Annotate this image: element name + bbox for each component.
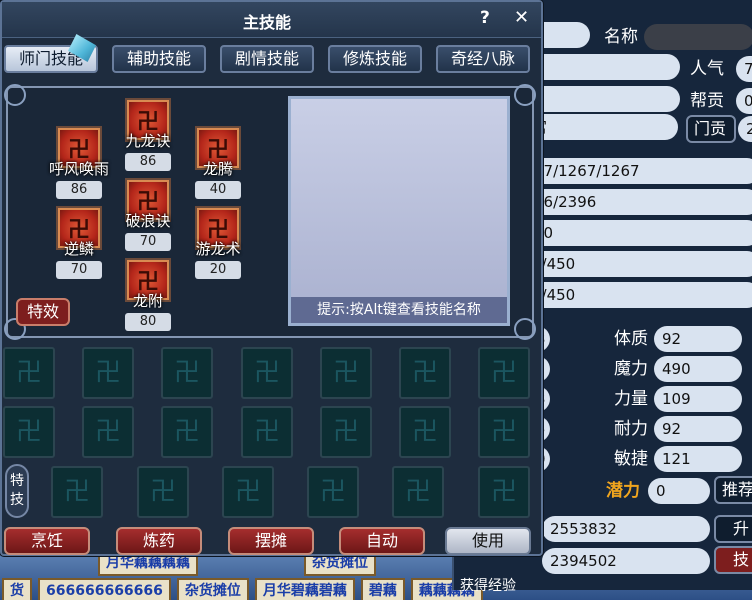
skill-slot[interactable]: 卍 龙附 80 — [113, 258, 183, 331]
name-value — [644, 24, 752, 50]
empty-skill-slot[interactable] — [241, 347, 293, 399]
popularity-label: 人气 — [690, 59, 724, 79]
empty-skill-slot[interactable] — [82, 406, 134, 458]
name-label: 名称 — [604, 27, 638, 47]
stat-label: 耐力 — [614, 419, 648, 439]
help-icon[interactable]: ? — [480, 8, 490, 28]
cooking-button[interactable]: 烹饪 — [4, 527, 90, 555]
empty-skill-slot[interactable] — [161, 406, 213, 458]
stat-value: 92 — [654, 326, 742, 352]
special-skill-slot[interactable] — [392, 466, 444, 518]
stat-value: 109 — [654, 386, 742, 412]
sect-contribution-button[interactable]: 门贡 — [686, 115, 736, 143]
empty-skill-slot[interactable] — [399, 406, 451, 458]
skill-level: 70 — [125, 233, 171, 251]
empty-skill-slot[interactable] — [320, 347, 372, 399]
skill-level: 80 — [125, 313, 171, 331]
skill-name: 龙附 — [132, 292, 163, 310]
stat-value: 121 — [654, 446, 742, 472]
skill-name: 龙腾 — [202, 160, 233, 178]
skill-name: 逆鳞 — [63, 240, 94, 258]
contribution-value: 0 — [736, 88, 752, 114]
empty-skill-slot[interactable] — [478, 406, 530, 458]
popularity-value: 7 — [736, 56, 752, 82]
tab-support-skills[interactable]: 辅助技能 — [112, 45, 206, 73]
skill-level: 20 — [195, 261, 241, 279]
empty-skill-slot[interactable] — [82, 347, 134, 399]
exp-value: 2394502 — [542, 548, 710, 574]
tab-cultivation-skills[interactable]: 修炼技能 — [328, 45, 422, 73]
alchemy-button[interactable]: 炼药 — [116, 527, 202, 555]
stat-label: 体质 — [614, 329, 648, 349]
auto-button[interactable]: 自动 — [339, 527, 425, 555]
stall-sign[interactable]: 666666666666 — [38, 578, 171, 600]
stat-value: 92 — [654, 416, 742, 442]
empty-skill-slot[interactable] — [3, 406, 55, 458]
main-skill-window: 主技能 ? ✕ 师门技能 辅助技能 剧情技能 修炼技能 奇经八脉 卍 九龙诀 8… — [0, 0, 543, 556]
exp-value: 2553832 — [542, 516, 710, 542]
empty-skill-slot[interactable] — [320, 406, 372, 458]
window-titlebar[interactable]: 主技能 ? ✕ — [2, 2, 541, 38]
stall-sign[interactable]: 碧藕 — [360, 578, 405, 600]
skill-slot[interactable]: 卍 九龙诀 86 — [113, 98, 183, 171]
skill-level: 40 — [195, 181, 241, 199]
stall-sign[interactable]: 货 — [2, 578, 32, 600]
special-skill-slot[interactable] — [307, 466, 359, 518]
empty-skill-slot[interactable] — [241, 406, 293, 458]
special-effect-button[interactable]: 特效 — [16, 298, 70, 326]
potential-value: 0 — [648, 478, 710, 504]
skill-slot[interactable]: 卍 破浪诀 70 — [113, 178, 183, 251]
stat-label: 魔力 — [614, 359, 648, 379]
recommend-button[interactable]: 推荐 — [714, 476, 752, 504]
stat-value: 490 — [654, 356, 742, 382]
special-skill-slot[interactable] — [478, 466, 530, 518]
skill-slot[interactable]: 卍 游龙术 20 — [183, 206, 253, 279]
skill-name: 呼风唤雨 — [48, 160, 109, 178]
close-icon[interactable]: ✕ — [514, 7, 529, 28]
skill-level: 86 — [56, 181, 102, 199]
skill-description-box: 提示:按Alt键查看技能名称 — [288, 96, 510, 326]
skill-slot[interactable]: 卍 呼风唤雨 86 — [44, 126, 114, 199]
tab-meridians[interactable]: 奇经八脉 — [436, 45, 530, 73]
special-skill-slot[interactable] — [137, 466, 189, 518]
empty-skill-slot[interactable] — [478, 347, 530, 399]
skill-level: 70 — [56, 261, 102, 279]
stall-sign[interactable]: 月华碧藕碧藕 — [254, 578, 355, 600]
stall-button[interactable]: 摆摊 — [228, 527, 314, 555]
skill-slot[interactable]: 卍 龙腾 40 — [183, 126, 253, 199]
skill-button[interactable]: 技 — [714, 546, 752, 574]
exp-label: 获得经验 — [460, 578, 516, 594]
corner-ornament — [514, 318, 536, 340]
special-skill-slot[interactable] — [222, 466, 274, 518]
empty-skill-slot[interactable] — [3, 347, 55, 399]
special-skill-label: 特技 — [5, 464, 29, 518]
use-button[interactable]: 使用 — [445, 527, 531, 555]
window-title: 主技能 — [242, 13, 291, 32]
empty-skill-slot[interactable] — [399, 347, 451, 399]
skill-slot[interactable]: 卍 逆鳞 70 — [44, 206, 114, 279]
skill-name: 游龙术 — [195, 240, 241, 258]
skill-name: 九龙诀 — [125, 132, 171, 150]
hint-text: 提示:按Alt键查看技能名称 — [291, 297, 507, 323]
sect-contribution-value: 2 — [738, 116, 752, 142]
corner-ornament — [4, 84, 26, 106]
stat-label: 力量 — [614, 389, 648, 409]
stall-sign[interactable]: 杂货摊位 — [176, 578, 249, 600]
tab-story-skills[interactable]: 剧情技能 — [220, 45, 314, 73]
empty-skill-slot[interactable] — [161, 347, 213, 399]
corner-ornament — [514, 84, 536, 106]
skill-name: 破浪诀 — [125, 212, 171, 230]
contribution-label: 帮贡 — [690, 91, 724, 111]
skill-level: 86 — [125, 153, 171, 171]
level-up-button[interactable]: 升 — [714, 515, 752, 543]
special-skill-slot[interactable] — [51, 466, 103, 518]
stat-label: 敏捷 — [614, 449, 648, 469]
potential-label: 潜力 — [606, 481, 640, 501]
